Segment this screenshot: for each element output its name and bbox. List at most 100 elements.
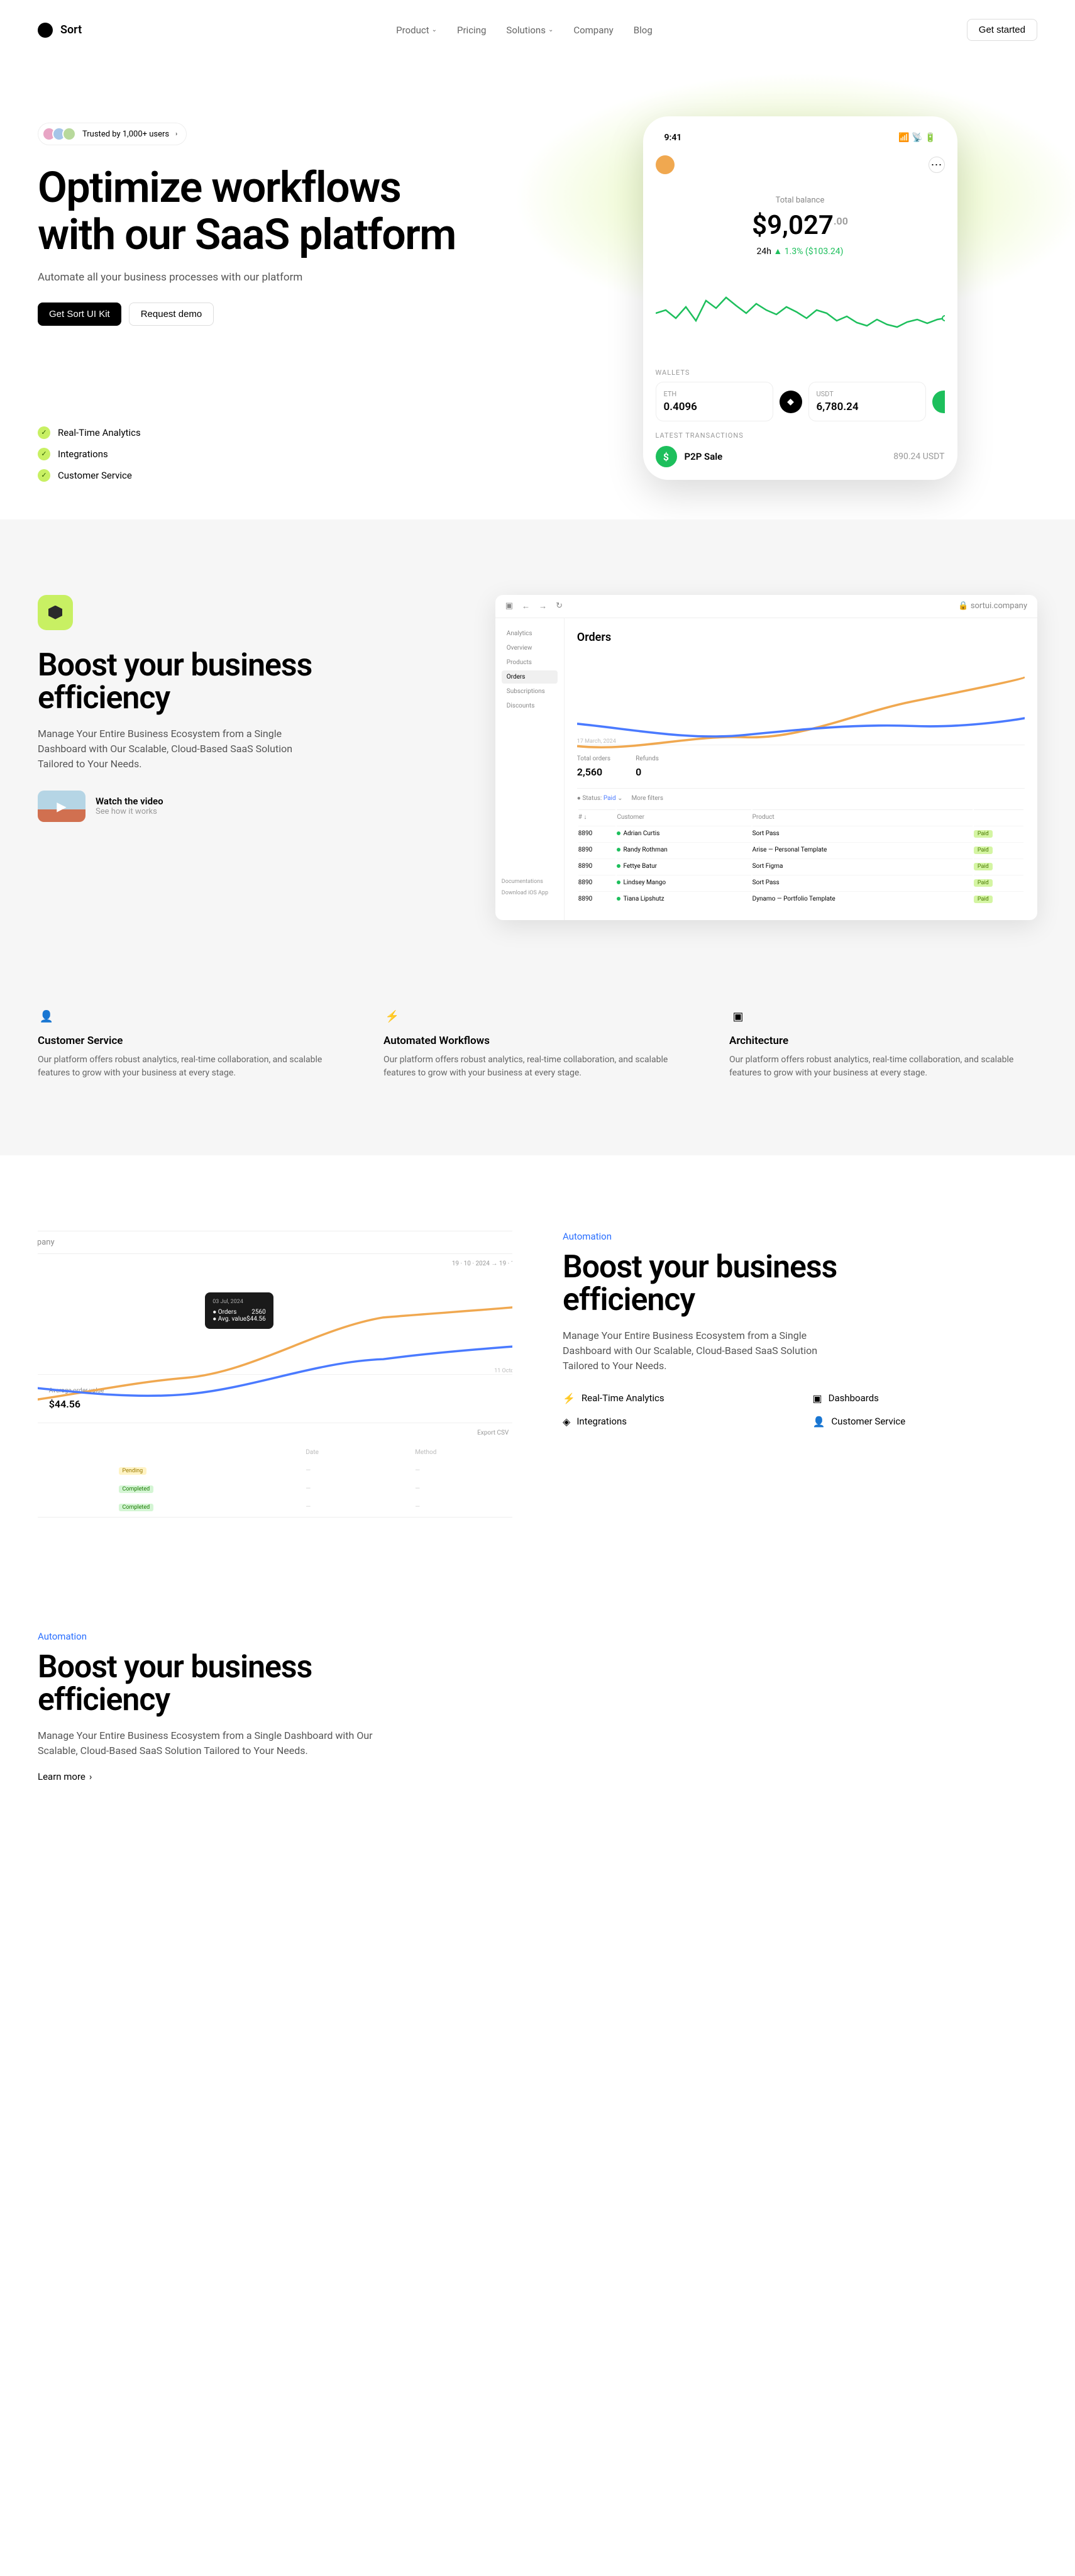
hero-title: Optimize workflows with our SaaS platfor…: [38, 164, 512, 258]
get-started-button[interactable]: Get started: [967, 19, 1037, 41]
filter-row: ● Status: Paid ⌄ More filters: [577, 788, 1025, 808]
sidebar-link[interactable]: Download iOS App: [502, 887, 558, 899]
logo-icon: [38, 23, 53, 38]
sidebar-item[interactable]: Overview: [502, 641, 558, 655]
learn-more-link[interactable]: Learn more ›: [38, 1771, 92, 1782]
check-icon: ✓: [38, 426, 50, 439]
nav-product[interactable]: Product⌄: [396, 25, 437, 36]
more-filters[interactable]: More filters: [631, 795, 663, 802]
bottom-section: Automation Boost your businessefficiency…: [0, 1593, 1075, 1858]
feature-item: ⚡Real-Time Analytics: [563, 1392, 788, 1404]
hero-subtitle: Automate all your business processes wit…: [38, 271, 512, 284]
table-row[interactable]: 8890Lindsey MangoSort PassPaid: [578, 875, 1023, 890]
forward-icon: →: [539, 601, 547, 611]
eyebrow: Automation: [38, 1631, 1037, 1642]
orders-table: ProductDateMethod —Pending—— —Completed—…: [38, 1443, 512, 1517]
chart-tooltip: 03 Jul, 2024 ● Orders 2560 ● Avg. value …: [205, 1292, 273, 1329]
watch-video-card[interactable]: ▶ Watch the video See how it works: [38, 791, 458, 822]
sidebar-item[interactable]: Discounts: [502, 699, 558, 713]
automation-section: 🔒 sortui.company ▣ ▣ 19 · 10 · 2024 → 19…: [0, 1155, 1075, 1593]
feature-item: ✓Integrations: [38, 448, 512, 460]
table-row[interactable]: 8890Adrian CurtisSort PassPaid: [578, 826, 1023, 841]
more-icon[interactable]: ⋯: [929, 157, 945, 173]
browser-bar: ▣ ← → ↻ 🔒 sortui.company: [495, 595, 1037, 618]
balance-value: $9,027.00: [656, 210, 945, 241]
hero-features: ✓Real-Time Analytics ✓Integrations ✓Cust…: [38, 426, 512, 482]
sidebar-bottom: Documentations Download iOS App: [502, 876, 558, 899]
feature-grid: 👤 Customer Service Our platform offers r…: [38, 1008, 1037, 1080]
wallet-card[interactable]: ETH 0.4096: [656, 382, 773, 421]
wallet-peek: [932, 391, 945, 413]
stat: Refunds0: [636, 755, 659, 778]
feature-item: ✓Real-Time Analytics: [38, 426, 512, 439]
balance-chart: [656, 275, 945, 357]
table-row[interactable]: 8890Tiana LipshutzDynamo — Portfolio Tem…: [578, 891, 1023, 906]
check-icon: ✓: [38, 448, 50, 460]
nav-solutions[interactable]: Solutions⌄: [506, 25, 553, 36]
nav-company[interactable]: Company: [573, 25, 613, 36]
dollar-icon: $: [656, 446, 677, 467]
trust-text: Trusted by 1,000+ users: [82, 130, 169, 139]
check-icon: ✓: [38, 469, 50, 482]
page-heading: Orders: [577, 631, 1025, 644]
sidebar-item[interactable]: Subscriptions: [502, 685, 558, 698]
sidebar-item[interactable]: Analytics: [502, 627, 558, 640]
browser-bar: 🔒 sortui.company ▣ ▣: [38, 1231, 512, 1254]
feature-card: ⚡ Automated Workflows Our platform offer…: [383, 1008, 692, 1080]
avatar: [62, 127, 76, 141]
nav-blog[interactable]: Blog: [634, 25, 653, 36]
customer-icon: 👤: [813, 1416, 825, 1428]
wallets-heading: WALLETS: [656, 364, 945, 382]
video-subtitle: See how it works: [96, 807, 163, 816]
eyebrow: Automation: [563, 1231, 1037, 1242]
app-icon: [38, 595, 73, 630]
video-title: Watch the video: [96, 796, 163, 807]
boost-title: Boost your businessefficiency: [38, 649, 458, 715]
phone-mockup: 9:41 📶 📡 🔋 ⋯ Total balance $9,027.00 24h…: [643, 116, 957, 480]
chevron-down-icon: ⌄: [548, 26, 553, 33]
section-desc: Manage Your Entire Business Ecosystem fr…: [38, 1728, 390, 1758]
browser-mockup-2: 🔒 sortui.company ▣ ▣ 19 · 10 · 2024 → 19…: [38, 1231, 512, 1518]
date-range[interactable]: 19 · 10 · 2024 → 19 · 11 · 2024: [38, 1254, 512, 1274]
logo-group[interactable]: Sort: [38, 23, 82, 38]
eth-icon: ◆: [780, 391, 802, 413]
sidebar-item-orders[interactable]: Orders: [502, 670, 558, 684]
request-demo-button[interactable]: Request demo: [129, 303, 214, 326]
customer-icon: 👤: [38, 1008, 55, 1026]
table-row[interactable]: —Pending——: [38, 1462, 512, 1479]
orders-chart: [577, 657, 1025, 726]
nav-pricing[interactable]: Pricing: [457, 25, 486, 36]
nav-links: Product⌄ Pricing Solutions⌄ Company Blog: [396, 25, 653, 36]
stat: Total orders2,560: [577, 755, 610, 778]
table-row[interactable]: 8890Randy RothmanArise — Personal Templa…: [578, 842, 1023, 857]
trust-badge[interactable]: Trusted by 1,000+ users ›: [38, 123, 187, 145]
boost-section: Boost your businessefficiency Manage You…: [0, 519, 1075, 1155]
sidebar: Analytics Overview Products Orders Subsc…: [495, 618, 565, 920]
back-icon: ←: [522, 601, 530, 611]
logo-text: Sort: [60, 23, 82, 36]
architecture-icon: ▣: [729, 1008, 747, 1026]
table-row[interactable]: —Completed——: [38, 1499, 512, 1516]
hero-section: Trusted by 1,000+ users › Optimize workf…: [0, 60, 1075, 519]
table-row[interactable]: 8890Fettye BaturSort FigmaPaid: [578, 858, 1023, 874]
user-avatar[interactable]: [656, 155, 675, 174]
video-thumb: ▶: [38, 791, 85, 822]
feature-item: ▣Dashboards: [813, 1392, 1038, 1404]
balance-change: 24h ▲ 1.3% ($103.24): [656, 246, 945, 257]
sidebar-link[interactable]: Documentations: [502, 876, 558, 887]
boost-desc: Manage Your Entire Business Ecosystem fr…: [38, 726, 302, 772]
get-kit-button[interactable]: Get Sort UI Kit: [38, 303, 121, 326]
feature-item: ✓Customer Service: [38, 469, 512, 482]
chevron-down-icon: ⌄: [432, 26, 437, 33]
wallet-row: ETH 0.4096 ◆ USDT 6,780.24: [656, 382, 945, 421]
balance-card: Total balance $9,027.00 24h ▲ 1.3% ($103…: [656, 183, 945, 269]
sidebar-item[interactable]: Products: [502, 656, 558, 669]
transaction-row[interactable]: $ P2P Sale 890.24 USDT: [656, 446, 945, 467]
signal-icons: 📶 📡 🔋: [898, 133, 935, 143]
orders-table: # ↓CustomerProduct 8890Adrian CurtisSort…: [577, 808, 1025, 908]
section-desc: Manage Your Entire Business Ecosystem fr…: [563, 1328, 827, 1374]
orders-chart: 03 Jul, 2024 ● Orders 2560 ● Avg. value …: [38, 1274, 512, 1374]
wallet-card[interactable]: USDT 6,780.24: [808, 382, 926, 421]
table-row[interactable]: —Completed——: [38, 1480, 512, 1497]
feature-list: ⚡Real-Time Analytics ▣Dashboards ◈Integr…: [563, 1392, 1037, 1428]
